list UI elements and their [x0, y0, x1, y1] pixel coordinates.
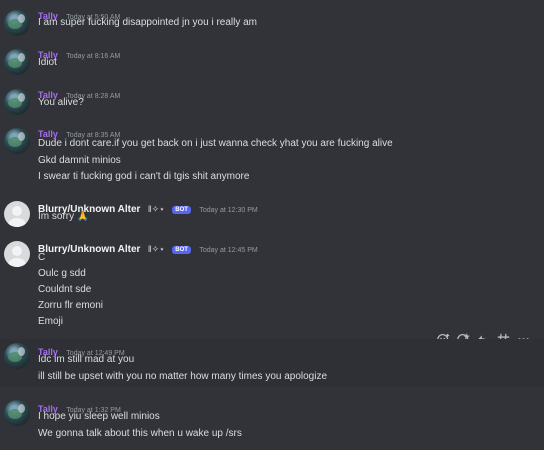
timestamp: Today at 12:45 PM	[199, 247, 258, 254]
timestamp: Today at 12:30 PM	[199, 207, 258, 214]
avatar[interactable]	[4, 241, 30, 267]
chat-message-list: Tally Today at 5:50 AM I am super fuckin…	[0, 0, 544, 450]
message-group: Tally Today at 8:28 AM You alive?	[0, 85, 544, 115]
name-decoration: ‖✧⋆	[147, 244, 165, 254]
message-text: Idc im still mad at you	[38, 354, 135, 365]
avatar[interactable]	[4, 10, 30, 36]
message-group: Tally Today at 1:32 PM I hope yiu sleep …	[0, 396, 544, 444]
message-header: Blurry/Unknown Alter ‖✧⋆ BOT Today at 12…	[38, 239, 258, 255]
message-text: Zorru flr emoni	[38, 300, 104, 311]
message-text: Dude i dont care.if you get back on i ju…	[38, 138, 393, 149]
message-text: I swear ti fucking god i can't di tgis s…	[38, 171, 250, 182]
message-text: Emoji	[38, 316, 64, 327]
message-text: I am super fucking disappointed jn you i…	[38, 17, 258, 28]
avatar[interactable]	[4, 89, 30, 115]
avatar[interactable]	[4, 400, 30, 426]
avatar[interactable]	[4, 201, 30, 227]
message-text: Couldnt sde	[38, 284, 92, 295]
message-text: I hope yiu sleep well minios	[38, 411, 160, 422]
message-text: C	[38, 252, 46, 263]
bot-badge: BOT	[172, 206, 191, 214]
avatar[interactable]	[4, 128, 30, 154]
message-group: Blurry/Unknown Alter ‖✧⋆ BOT Today at 12…	[0, 237, 544, 329]
bot-badge: BOT	[172, 246, 191, 254]
message-text: You alive?	[38, 97, 84, 108]
message-text: ill still be upset with you no matter ho…	[38, 371, 328, 382]
message-text: We gonna talk about this when u wake up …	[38, 428, 242, 439]
message-group: Tally Today at 8:16 AM Idiot	[0, 45, 544, 75]
message-group: Blurry/Unknown Alter ‖✧⋆ BOT Today at 12…	[0, 197, 544, 229]
avatar[interactable]	[4, 343, 30, 369]
message-text: Im sorry 🙏	[38, 211, 90, 222]
message-text: Oulc g sdd	[38, 268, 86, 279]
message-text: Gkd damnit minios	[38, 155, 121, 166]
author-name[interactable]: Blurry/Unknown Alter	[38, 244, 140, 255]
message-group: Tally Today at 5:50 AM I am super fuckin…	[0, 6, 544, 36]
message-text: Idiot	[38, 57, 57, 68]
message-group: Tally Today at 12:49 PM Idc im still mad…	[0, 339, 544, 387]
name-decoration: ‖✧⋆	[147, 204, 165, 214]
message-group: Tally Today at 8:35 AM Dude i dont care.…	[0, 124, 544, 188]
timestamp: Today at 8:16 AM	[66, 53, 121, 60]
avatar[interactable]	[4, 49, 30, 75]
